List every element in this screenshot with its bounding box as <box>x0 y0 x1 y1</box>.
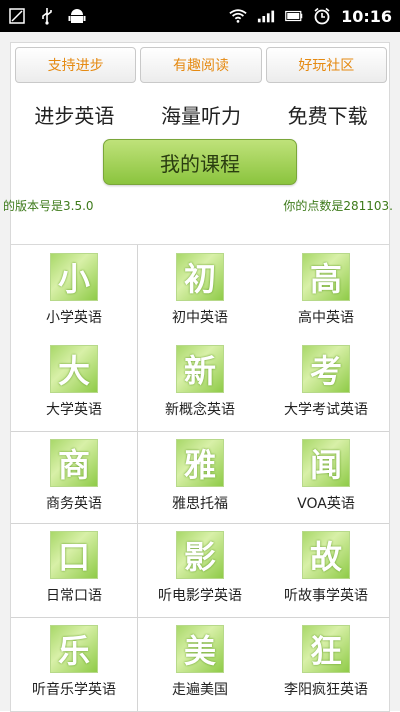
course-new-concept-english[interactable]: 新 新概念英语 <box>137 337 263 429</box>
course-label: 日常口语 <box>46 588 102 604</box>
course-story-english[interactable]: 故 听故事学英语 <box>263 523 389 615</box>
course-music-english[interactable]: 乐 听音乐学英语 <box>11 617 137 709</box>
wifi-icon <box>229 7 247 25</box>
course-label: 小学英语 <box>46 310 102 326</box>
course-primary-english[interactable]: 小 小学英语 <box>11 245 137 337</box>
my-course-button[interactable]: 我的课程 <box>103 139 297 185</box>
course-movie-english[interactable]: 影 听电影学英语 <box>137 523 263 615</box>
alarm-icon <box>313 7 331 25</box>
course-tile-icon: 美 <box>176 625 224 673</box>
course-daily-speaking[interactable]: 口 日常口语 <box>11 523 137 615</box>
status-bar: 10:16 <box>0 0 400 32</box>
course-tile-icon: 闻 <box>302 439 350 487</box>
course-label: 听音乐学英语 <box>32 682 116 698</box>
course-across-america[interactable]: 美 走遍美国 <box>137 617 263 709</box>
version-text: 的版本号是3.5.0 <box>3 199 94 213</box>
course-label: 大学英语 <box>46 402 102 418</box>
course-tile-icon: 商 <box>50 439 98 487</box>
course-tile-icon: 初 <box>176 253 224 301</box>
android-icon <box>68 7 86 25</box>
course-voa-english[interactable]: 闻 VOA英语 <box>263 431 389 523</box>
course-tile-icon: 乐 <box>50 625 98 673</box>
usb-icon <box>38 7 56 25</box>
info-row: 的版本号是3.5.0 你的点数是281103. <box>3 197 393 217</box>
header-panel: 支持进步 有趣阅读 好玩社区 进步英语 海量听力 免费下载 我的课程 的版本号是… <box>3 42 393 250</box>
course-senior-high-english[interactable]: 高 高中英语 <box>263 245 389 337</box>
course-tile-icon: 大 <box>50 345 98 393</box>
course-label: 李阳疯狂英语 <box>284 682 368 698</box>
course-tile-icon: 雅 <box>176 439 224 487</box>
slogan-row: 进步英语 海量听力 免费下载 <box>11 99 391 129</box>
slogan-item: 进步英语 <box>34 103 115 128</box>
signal-icon <box>257 7 275 25</box>
course-tile-icon: 高 <box>302 253 350 301</box>
course-tile-icon: 影 <box>176 531 224 579</box>
course-junior-high-english[interactable]: 初 初中英语 <box>137 245 263 337</box>
course-label: 大学考试英语 <box>284 402 368 418</box>
course-college-english[interactable]: 大 大学英语 <box>11 337 137 429</box>
course-tile-icon: 考 <box>302 345 350 393</box>
course-crazy-english[interactable]: 狂 李阳疯狂英语 <box>263 617 389 709</box>
course-label: 走遍美国 <box>172 682 228 698</box>
tab-support-progress[interactable]: 支持进步 <box>15 47 137 83</box>
tab-fun-reading[interactable]: 有趣阅读 <box>140 47 262 83</box>
notification-icon <box>8 7 26 25</box>
course-tile-icon: 新 <box>176 345 224 393</box>
points-text: 你的点数是281103. <box>283 199 393 213</box>
clock-time: 10:16 <box>341 6 392 26</box>
course-business-english[interactable]: 商 商务英语 <box>11 431 137 523</box>
course-tile-icon: 小 <box>50 253 98 301</box>
course-label: 听电影学英语 <box>158 588 242 604</box>
course-label: 雅思托福 <box>172 496 228 512</box>
course-label: VOA英语 <box>297 496 355 512</box>
slogan-item: 海量听力 <box>160 103 241 128</box>
tab-fun-community[interactable]: 好玩社区 <box>265 47 387 83</box>
tab-bar: 支持进步 有趣阅读 好玩社区 <box>15 47 387 83</box>
course-tile-icon: 故 <box>302 531 350 579</box>
course-tile-icon: 狂 <box>302 625 350 673</box>
course-label: 商务英语 <box>46 496 102 512</box>
slogan-item: 免费下载 <box>287 103 368 128</box>
app-content: 支持进步 有趣阅读 好玩社区 进步英语 海量听力 免费下载 我的课程 的版本号是… <box>0 32 400 712</box>
course-grid: 小 小学英语 初 初中英语 高 高中英语 大 大学英语 新 新概念英语 考 大学… <box>10 244 390 712</box>
battery-icon <box>285 7 303 25</box>
course-ielts-toefl[interactable]: 雅 雅思托福 <box>137 431 263 523</box>
course-label: 听故事学英语 <box>284 588 368 604</box>
course-label: 新概念英语 <box>165 402 235 418</box>
course-label: 初中英语 <box>172 310 228 326</box>
course-tile-icon: 口 <box>50 531 98 579</box>
course-label: 高中英语 <box>298 310 354 326</box>
course-college-exam-english[interactable]: 考 大学考试英语 <box>263 337 389 429</box>
